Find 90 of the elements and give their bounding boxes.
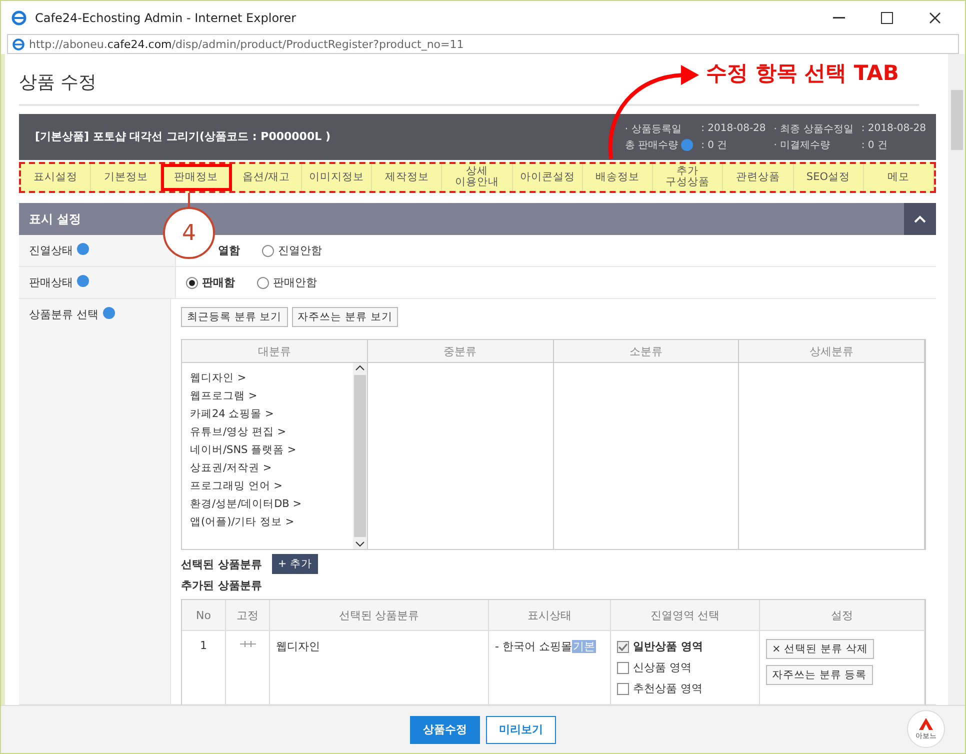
stat-value: : 2018-08-28 — [861, 122, 926, 136]
column-header: 대분류 — [182, 340, 368, 364]
checkbox-label: 일반상품 영역 — [633, 639, 703, 654]
action-button[interactable]: 자주쓰는 분류 등록 — [766, 665, 873, 686]
radio-label: 판매함 — [202, 275, 235, 290]
action-button[interactable]: × 선택된 분류 삭제 — [766, 639, 874, 660]
stat-label: · 최종 상품수정일 — [774, 122, 854, 136]
tab[interactable]: 추가 구성상품 — [653, 164, 724, 192]
checkbox[interactable] — [617, 662, 629, 674]
window-title: Cafe24-Echosting Admin - Internet Explorer — [35, 10, 298, 24]
category-item[interactable]: 카페24 쇼핑몰 > — [190, 407, 345, 422]
column-header: 선택된 상품분류 — [270, 600, 489, 632]
help-icon[interactable] — [681, 138, 694, 151]
column-header: 진열영역 선택 — [611, 600, 760, 632]
radio-button[interactable] — [186, 276, 198, 289]
help-icon[interactable] — [77, 243, 89, 256]
column-header: 상세분류 — [739, 340, 925, 364]
category-item[interactable]: 웹프로그램 > — [190, 389, 345, 404]
tab[interactable]: 판매정보 — [161, 164, 232, 192]
chevron-icon — [914, 215, 926, 224]
help-icon[interactable] — [102, 307, 114, 320]
product-title: [기본상품] 포토샵 대각선 그리기(상품코드 : P000000L ) — [35, 129, 332, 144]
scrollbar[interactable] — [352, 363, 367, 550]
stat-label: · 미결제수량 — [774, 138, 832, 152]
checkbox[interactable] — [617, 640, 629, 653]
scrollbar[interactable] — [948, 54, 965, 705]
view-button[interactable]: 자주쓰는 분류 보기 — [292, 307, 398, 328]
maximize-icon — [881, 12, 893, 24]
tab[interactable]: 제작정보 — [372, 164, 442, 192]
radio-button[interactable] — [262, 244, 274, 257]
view-button[interactable]: 최근등록 분류 보기 — [181, 307, 288, 328]
radio-label: 열함 — [218, 243, 240, 258]
column-header: 중분류 — [368, 340, 554, 364]
help-icon[interactable] — [77, 275, 89, 288]
checkbox-label: 신상품 영역 — [633, 660, 692, 676]
subsection-label: 추가된 상품분류 — [181, 578, 262, 594]
stat-label: 총 판매수량 — [624, 138, 694, 152]
category-item[interactable]: 프로그래밍 언어 > — [190, 479, 345, 494]
url-text: http://aboneu.cafe24.com/disp/admin/product/ProductRegister?product_no=11 — [29, 38, 464, 50]
tab[interactable]: 옵션/재고 — [232, 164, 302, 192]
tab[interactable]: 표시설정 — [21, 164, 92, 192]
radio-label: 진열안함 — [278, 243, 322, 258]
table-cell: 1 — [200, 639, 207, 652]
stat-value: : 0 건 — [861, 138, 888, 152]
table-cell: - 한국어 쇼핑몰기본 — [495, 639, 596, 654]
column-header: No — [182, 600, 226, 632]
row-label: 판매상태 — [29, 275, 73, 290]
tab[interactable]: 배송정보 — [582, 164, 654, 192]
category-item[interactable]: 네이버/SNS 플랫폼 > — [190, 443, 345, 458]
add-button[interactable]: + 추가 — [272, 554, 318, 574]
collapse-button[interactable] — [904, 203, 936, 236]
minimize-icon — [833, 16, 845, 18]
tab[interactable]: 관련상품 — [723, 164, 794, 192]
scroll-up-icon[interactable] — [354, 365, 365, 372]
stat-value: : 0 건 — [701, 138, 728, 152]
row-label: 상품분류 선택 — [29, 307, 98, 322]
section-title: 표시 설정 — [29, 210, 82, 228]
tab[interactable]: 상세 이용안내 — [442, 164, 513, 192]
scroll-down-icon[interactable] — [354, 541, 365, 548]
checkbox-label: 추천상품 영역 — [633, 681, 702, 696]
tab[interactable]: 이미지정보 — [302, 164, 372, 192]
column-header: 소분류 — [554, 340, 740, 364]
radio-button[interactable] — [257, 276, 269, 289]
category-item[interactable]: 앱(어플)/기타 정보 > — [190, 515, 345, 530]
stat-label: · 상품등록일 — [624, 122, 682, 136]
pin-icon[interactable] — [238, 639, 256, 650]
tab[interactable]: 기본정보 — [91, 164, 162, 192]
row-label: 진열상태 — [29, 243, 73, 258]
table-cell: 웹디자인 — [276, 639, 320, 654]
category-item[interactable]: 웹디자인 > — [190, 371, 345, 386]
subsection-label: 선택된 상품분류 — [181, 556, 262, 572]
browser-icon — [11, 10, 27, 26]
checkbox[interactable] — [617, 682, 629, 695]
preview-button[interactable]: 미리보기 — [486, 716, 556, 744]
tab[interactable]: 아이콘설정 — [512, 164, 583, 192]
category-item[interactable]: 유튜브/영상 편집 > — [190, 425, 345, 440]
address-bar[interactable]: http://aboneu.cafe24.com/disp/admin/product/ProductRegister?product_no=11 — [7, 34, 959, 54]
close-icon — [929, 12, 941, 24]
radio-label: 판매안함 — [273, 275, 317, 290]
save-button[interactable]: 상품수정 — [410, 716, 480, 744]
browser-icon — [12, 38, 25, 50]
column-header: 표시상태 — [489, 600, 611, 632]
stat-value: : 2018-08-28 — [701, 122, 766, 136]
column-header: 설정 — [760, 600, 925, 632]
column-header: 고정 — [226, 600, 270, 632]
category-item[interactable]: 환경/성분/데이터DB > — [190, 497, 345, 512]
tab[interactable]: 메모 — [864, 164, 934, 192]
annotation-label: 수정 항목 선택 TAB — [706, 60, 899, 87]
category-item[interactable]: 상표권/저작권 > — [190, 461, 345, 476]
tab[interactable]: SEO설정 — [794, 164, 864, 192]
